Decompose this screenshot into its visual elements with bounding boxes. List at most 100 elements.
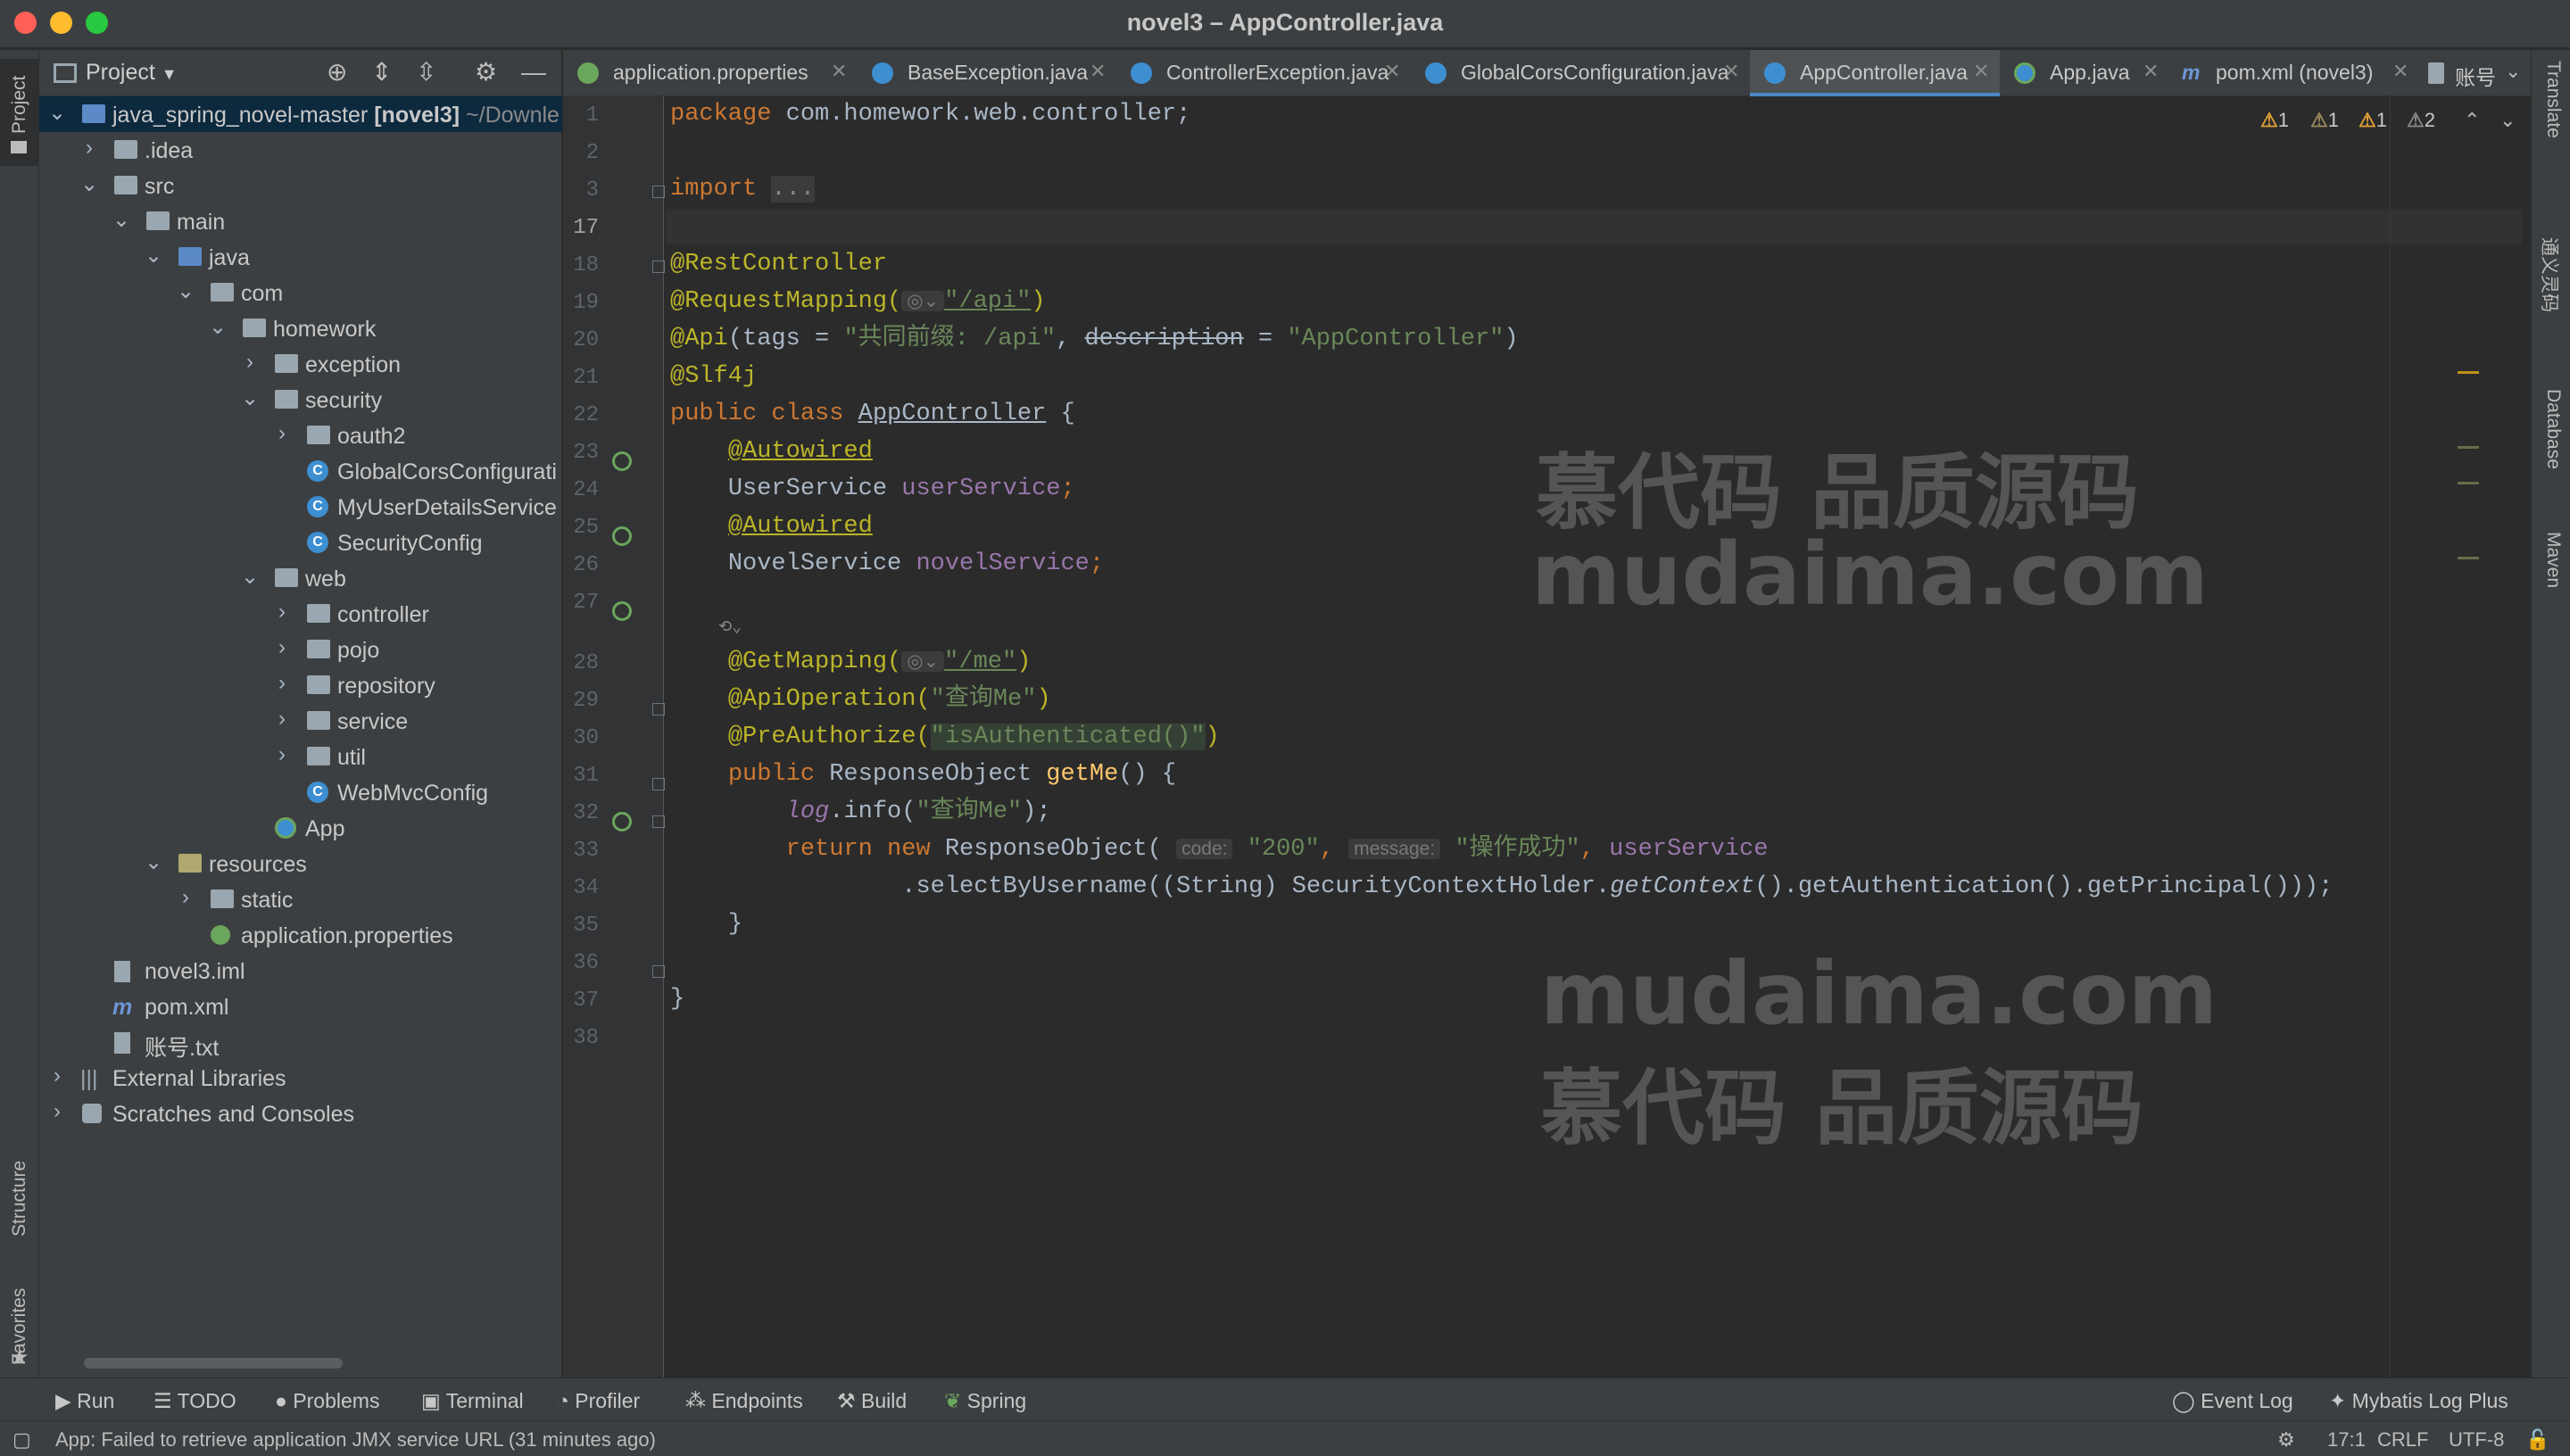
fold-marker-icon[interactable] xyxy=(652,778,665,790)
spring-bean-gutter-icon[interactable] xyxy=(612,451,632,471)
tab-controllerexception[interactable]: ControllerException.java ✕ xyxy=(1116,50,1411,96)
tree-item-external-libraries[interactable]: › ||| External Libraries xyxy=(39,1060,562,1096)
terminal-tool-button[interactable]: ▣ Terminal xyxy=(421,1389,524,1413)
close-icon[interactable]: ✕ xyxy=(2143,60,2159,83)
code-vision-icon[interactable]: ⟲⌄ xyxy=(670,610,742,646)
build-tool-button[interactable]: ⚒ Build xyxy=(837,1389,907,1413)
line-separator-selector[interactable]: CRLF xyxy=(2377,1428,2428,1452)
folded-imports[interactable]: ... xyxy=(771,176,816,203)
project-view-selector[interactable]: Project ▼ xyxy=(86,60,178,86)
close-icon[interactable]: ✕ xyxy=(1090,60,1106,83)
spring-bean-gutter-icon[interactable] xyxy=(612,601,632,621)
spring-tool-button[interactable]: ❦ Spring xyxy=(944,1389,1026,1413)
structure-tool-tab[interactable]: Structure xyxy=(0,1103,39,1263)
mybatis-log-tool-button[interactable]: ✦ Mybatis Log Plus xyxy=(2329,1389,2508,1413)
chevron-down-icon[interactable]: ⌄ xyxy=(80,171,98,197)
tree-item-securityconfig[interactable]: C SecurityConfig xyxy=(39,525,562,560)
close-icon[interactable]: ✕ xyxy=(1723,60,1739,83)
event-log-tool-button[interactable]: ◯ Event Log xyxy=(2172,1389,2293,1413)
tree-item-scratches[interactable]: › Scratches and Consoles xyxy=(39,1096,562,1131)
tree-item-application-properties[interactable]: application.properties xyxy=(39,917,562,953)
close-icon[interactable]: ✕ xyxy=(1384,60,1400,83)
chevron-right-icon[interactable]: › xyxy=(273,421,291,446)
close-icon[interactable]: ✕ xyxy=(1973,60,1989,83)
run-tool-button[interactable]: ▶ Run xyxy=(55,1389,114,1413)
profiler-tool-button[interactable]: ◔ Profiler xyxy=(557,1389,640,1413)
chevron-down-icon[interactable]: ⌄ xyxy=(177,278,195,304)
inspection-typos[interactable]: ⚠1 xyxy=(2359,109,2387,132)
tree-item-com[interactable]: ⌄ com xyxy=(39,275,562,310)
close-icon[interactable]: ✕ xyxy=(2392,60,2408,83)
chevron-right-icon[interactable]: › xyxy=(80,136,98,161)
tree-item-repository[interactable]: › repository xyxy=(39,667,562,703)
caret-position[interactable]: 17:1 xyxy=(2327,1428,2366,1452)
expand-all-icon[interactable]: ⇕ xyxy=(371,59,392,86)
error-stripe-mark[interactable] xyxy=(2458,482,2479,484)
previous-highlight-arrow[interactable]: ⌃ xyxy=(2464,109,2480,132)
tab-account-txt[interactable]: 账号 ⌄ xyxy=(2419,50,2531,96)
tree-item-oauth2[interactable]: › oauth2 xyxy=(39,418,562,453)
fold-marker-icon[interactable] xyxy=(652,965,665,978)
chevron-down-icon[interactable]: ⌄ xyxy=(145,243,162,269)
tree-item-myuserdetailsservice[interactable]: C MyUserDetailsService xyxy=(39,489,562,525)
chevron-right-icon[interactable]: › xyxy=(241,350,259,375)
chevron-right-icon[interactable]: › xyxy=(48,1063,66,1088)
fold-marker-icon[interactable] xyxy=(652,186,665,198)
tree-item-exception[interactable]: › exception xyxy=(39,346,562,382)
tree-item-resources[interactable]: ⌄ resources xyxy=(39,846,562,881)
inspection-warnings[interactable]: ⚠1 xyxy=(2260,109,2289,132)
chevron-right-icon[interactable]: › xyxy=(48,1099,66,1124)
endpoints-tool-button[interactable]: ⁂ Endpoints xyxy=(685,1389,803,1413)
tree-item-java[interactable]: ⌄ java xyxy=(39,239,562,275)
chevron-right-icon[interactable]: › xyxy=(273,707,291,732)
tab-baseexception[interactable]: BaseException.java ✕ xyxy=(858,50,1116,96)
tree-item-web[interactable]: ⌄ web xyxy=(39,560,562,596)
tree-item-webmvcconfig[interactable]: C WebMvcConfig xyxy=(39,774,562,810)
chevron-right-icon[interactable]: › xyxy=(273,635,291,660)
error-stripe-mark[interactable] xyxy=(2458,371,2479,374)
toggle-tool-windows-icon[interactable]: ▢ xyxy=(12,1428,31,1452)
fold-marker-icon[interactable] xyxy=(652,261,665,273)
tree-item-account-txt[interactable]: 账号.txt xyxy=(39,1024,562,1061)
chevron-right-icon[interactable]: › xyxy=(273,742,291,767)
next-highlight-arrow[interactable]: ⌄ xyxy=(2500,109,2516,132)
tree-item-util[interactable]: › util xyxy=(39,739,562,774)
tab-pom-xml[interactable]: m pom.xml (novel3) ✕ xyxy=(2169,50,2419,96)
close-icon[interactable]: ✕ xyxy=(831,60,847,83)
tab-application-properties[interactable]: application.properties ✕ xyxy=(563,50,858,96)
chevron-down-icon[interactable]: ⌄ xyxy=(209,314,227,340)
project-tool-tab[interactable]: Project xyxy=(0,59,39,166)
problems-tool-button[interactable]: ● Problems xyxy=(275,1389,379,1413)
fold-marker-icon[interactable] xyxy=(652,815,665,828)
error-stripe-mark[interactable] xyxy=(2458,557,2479,559)
tree-item-src[interactable]: ⌄ src xyxy=(39,168,562,203)
tree-item-idea[interactable]: › .idea xyxy=(39,132,562,168)
error-stripe-mark[interactable] xyxy=(2458,446,2479,449)
inspection-info[interactable]: ⚠2 xyxy=(2407,109,2435,132)
chevron-right-icon[interactable]: › xyxy=(177,885,195,910)
tree-item-security[interactable]: ⌄ security xyxy=(39,382,562,418)
lock-icon[interactable]: 🔓 xyxy=(2525,1428,2549,1452)
background-tasks-icon[interactable]: ⚙ xyxy=(2277,1428,2295,1452)
gear-icon[interactable]: ⚙ xyxy=(475,59,497,86)
tab-app[interactable]: App.java ✕ xyxy=(2000,50,2169,96)
spring-bean-gutter-icon[interactable] xyxy=(612,526,632,546)
tree-item-static[interactable]: › static xyxy=(39,881,562,917)
hide-panel-icon[interactable]: — xyxy=(521,59,546,86)
tree-item-service[interactable]: › service xyxy=(39,703,562,739)
fold-marker-icon[interactable] xyxy=(652,703,665,716)
favorites-tool-tab[interactable]: Favorites ★ xyxy=(0,1245,39,1370)
chevron-down-icon[interactable]: ⌄ xyxy=(241,385,259,411)
chevron-down-icon[interactable]: ⌄ xyxy=(112,207,130,233)
chevron-right-icon[interactable]: › xyxy=(273,671,291,696)
chevron-down-icon[interactable]: ⌄ xyxy=(145,849,162,875)
tree-item-controller[interactable]: › controller xyxy=(39,596,562,632)
chevron-right-icon[interactable]: › xyxy=(273,600,291,625)
todo-tool-button[interactable]: ☰ TODO xyxy=(153,1389,236,1413)
tree-item-main[interactable]: ⌄ main xyxy=(39,203,562,239)
tree-item-novel3-iml[interactable]: novel3.iml xyxy=(39,953,562,989)
tree-item-project-root[interactable]: ⌄ java_spring_novel-master [novel3] ~/Do… xyxy=(39,96,562,132)
collapse-all-icon[interactable]: ⇳ xyxy=(416,59,436,86)
tree-item-pom-xml[interactable]: m pom.xml xyxy=(39,989,562,1024)
locate-icon[interactable]: ⊕ xyxy=(327,59,347,86)
